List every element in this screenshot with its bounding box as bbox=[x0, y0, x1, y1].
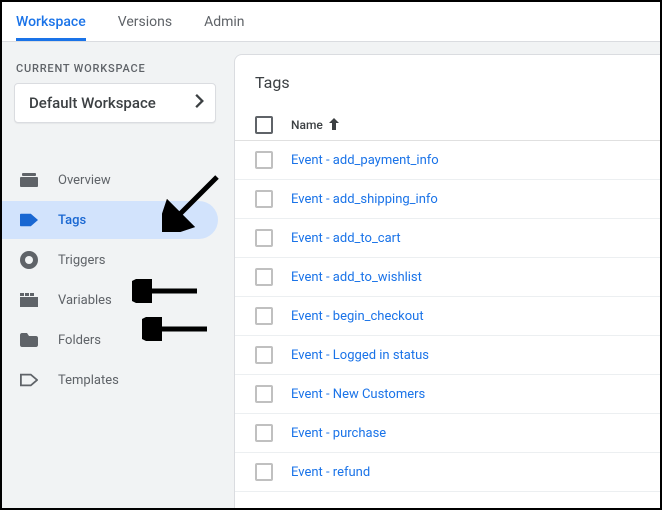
table-row: Event - Logged in status bbox=[235, 336, 660, 375]
row-checkbox[interactable] bbox=[255, 229, 273, 247]
table-row: Event - begin_checkout bbox=[235, 297, 660, 336]
top-tabs: Workspace Versions Admin bbox=[2, 2, 660, 42]
table-row: Event - add_to_cart bbox=[235, 219, 660, 258]
row-checkbox[interactable] bbox=[255, 385, 273, 403]
row-checkbox[interactable] bbox=[255, 424, 273, 442]
row-checkbox[interactable] bbox=[255, 268, 273, 286]
tag-link[interactable]: Event - add_to_cart bbox=[291, 231, 401, 246]
nav-variables[interactable]: Variables bbox=[2, 281, 218, 319]
overview-icon bbox=[20, 171, 38, 189]
tab-workspace[interactable]: Workspace bbox=[16, 2, 86, 41]
nav-tags[interactable]: Tags bbox=[2, 201, 218, 239]
workspace-name: Default Workspace bbox=[29, 94, 156, 112]
nav-label: Overview bbox=[58, 173, 111, 188]
tag-link[interactable]: Event - add_to_wishlist bbox=[291, 270, 422, 285]
table-row: Event - add_payment_info bbox=[235, 141, 660, 180]
tag-link[interactable]: Event - New Customers bbox=[291, 387, 425, 402]
nav-label: Variables bbox=[58, 293, 112, 308]
column-name[interactable]: Name bbox=[291, 118, 339, 133]
table-rows: Event - add_payment_info Event - add_ship… bbox=[235, 141, 660, 508]
tag-link[interactable]: Event - purchase bbox=[291, 426, 386, 441]
template-icon bbox=[20, 371, 38, 389]
table-header: Name bbox=[235, 110, 660, 141]
side-nav: Overview Tags Triggers bbox=[2, 159, 228, 401]
app-frame: Workspace Versions Admin CURRENT WORKSPA… bbox=[0, 0, 662, 510]
nav-label: Templates bbox=[58, 373, 119, 388]
column-name-label: Name bbox=[291, 118, 323, 132]
row-checkbox[interactable] bbox=[255, 190, 273, 208]
folder-icon bbox=[20, 331, 38, 349]
row-checkbox[interactable] bbox=[255, 346, 273, 364]
page-title: Tags bbox=[235, 55, 660, 110]
nav-label: Tags bbox=[58, 213, 86, 228]
variable-icon bbox=[20, 291, 38, 309]
select-all-checkbox[interactable] bbox=[255, 116, 273, 134]
nav-label: Folders bbox=[58, 333, 101, 348]
sidebar: CURRENT WORKSPACE Default Workspace Over… bbox=[2, 42, 228, 508]
nav-folders[interactable]: Folders bbox=[2, 321, 218, 359]
tag-icon bbox=[20, 211, 38, 229]
tag-link[interactable]: Event - begin_checkout bbox=[291, 309, 424, 324]
nav-triggers[interactable]: Triggers bbox=[2, 241, 218, 279]
trigger-icon bbox=[20, 251, 38, 269]
row-checkbox[interactable] bbox=[255, 463, 273, 481]
nav-templates[interactable]: Templates bbox=[2, 361, 218, 399]
row-checkbox[interactable] bbox=[255, 307, 273, 325]
sort-asc-icon bbox=[329, 118, 339, 133]
nav-overview[interactable]: Overview bbox=[2, 161, 218, 199]
tag-link[interactable]: Event - add_shipping_info bbox=[291, 192, 438, 207]
workspace-selector[interactable]: Default Workspace bbox=[14, 83, 216, 123]
row-checkbox[interactable] bbox=[255, 151, 273, 169]
nav-label: Triggers bbox=[58, 253, 105, 268]
table-row: Event - add_to_wishlist bbox=[235, 258, 660, 297]
table-row: Event - New Customers bbox=[235, 375, 660, 414]
content-panel: Tags Name Event - add_payment_infoEvent … bbox=[234, 54, 660, 508]
workspace-label: CURRENT WORKSPACE bbox=[2, 52, 228, 83]
table-row: Event - refund bbox=[235, 453, 660, 492]
tab-versions[interactable]: Versions bbox=[118, 2, 172, 41]
tab-admin[interactable]: Admin bbox=[204, 2, 244, 41]
table-row: Event - add_shipping_info bbox=[235, 180, 660, 219]
tag-link[interactable]: Event - add_payment_info bbox=[291, 153, 439, 168]
tag-link[interactable]: Event - refund bbox=[291, 465, 370, 480]
tag-link[interactable]: Event - Logged in status bbox=[291, 348, 429, 363]
chevron-right-icon bbox=[195, 94, 205, 112]
main-area: CURRENT WORKSPACE Default Workspace Over… bbox=[2, 42, 660, 508]
table-row: Event - purchase bbox=[235, 414, 660, 453]
